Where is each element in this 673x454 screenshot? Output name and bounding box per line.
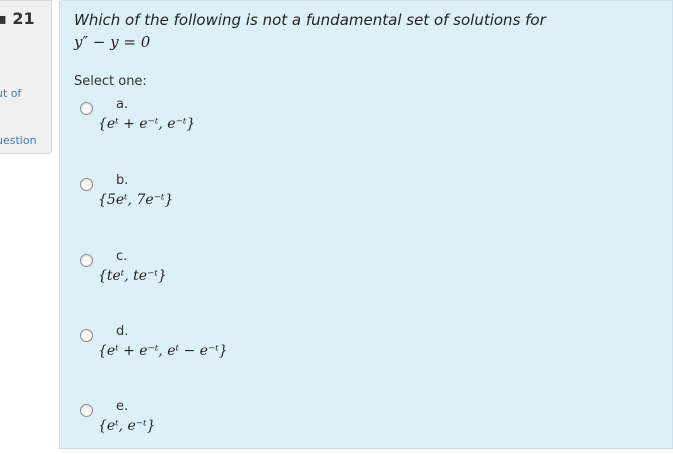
option-letter: c. xyxy=(116,249,128,264)
answer-option-d[interactable]: d. {eᵗ + e⁻ᵗ, eᵗ − e⁻ᵗ} xyxy=(80,324,500,379)
answer-option-a[interactable]: a. {eᵗ + e⁻ᵗ, e⁻ᵗ} xyxy=(80,97,500,152)
option-formula: {eᵗ + e⁻ᵗ, eᵗ − e⁻ᵗ} xyxy=(98,343,228,359)
radio-button-b[interactable] xyxy=(80,178,93,191)
question-content-panel: Which of the following is not a fundamen… xyxy=(59,0,673,449)
marks-text: ut of xyxy=(0,87,22,100)
option-formula: {eᵗ + e⁻ᵗ, e⁻ᵗ} xyxy=(98,116,196,132)
question-info-panel: ▪ 21 ut of uestion xyxy=(0,0,52,154)
radio-button-e[interactable] xyxy=(80,404,93,417)
question-equation: y″ − y = 0 xyxy=(74,33,151,51)
select-one-label: Select one: xyxy=(74,74,147,89)
question-text: Which of the following is not a fundamen… xyxy=(74,11,546,29)
question-number: ▪ 21 xyxy=(0,9,35,28)
option-formula: {eᵗ, e⁻ᵗ} xyxy=(98,418,156,434)
option-formula: {teᵗ, te⁻ᵗ} xyxy=(98,268,167,284)
answer-option-c[interactable]: c. {teᵗ, te⁻ᵗ} xyxy=(80,249,500,304)
answer-option-e[interactable]: e. {eᵗ, e⁻ᵗ} xyxy=(80,399,500,454)
radio-button-a[interactable] xyxy=(80,102,93,115)
radio-button-d[interactable] xyxy=(80,329,93,342)
radio-button-c[interactable] xyxy=(80,254,93,267)
option-letter: e. xyxy=(116,399,129,414)
option-letter: b. xyxy=(116,173,129,188)
answer-option-b[interactable]: b. {5eᵗ, 7e⁻ᵗ} xyxy=(80,173,500,228)
option-letter: d. xyxy=(116,324,129,339)
option-letter: a. xyxy=(116,97,129,112)
flag-question-link[interactable]: uestion xyxy=(0,134,37,147)
option-formula: {5eᵗ, 7e⁻ᵗ} xyxy=(98,192,174,208)
